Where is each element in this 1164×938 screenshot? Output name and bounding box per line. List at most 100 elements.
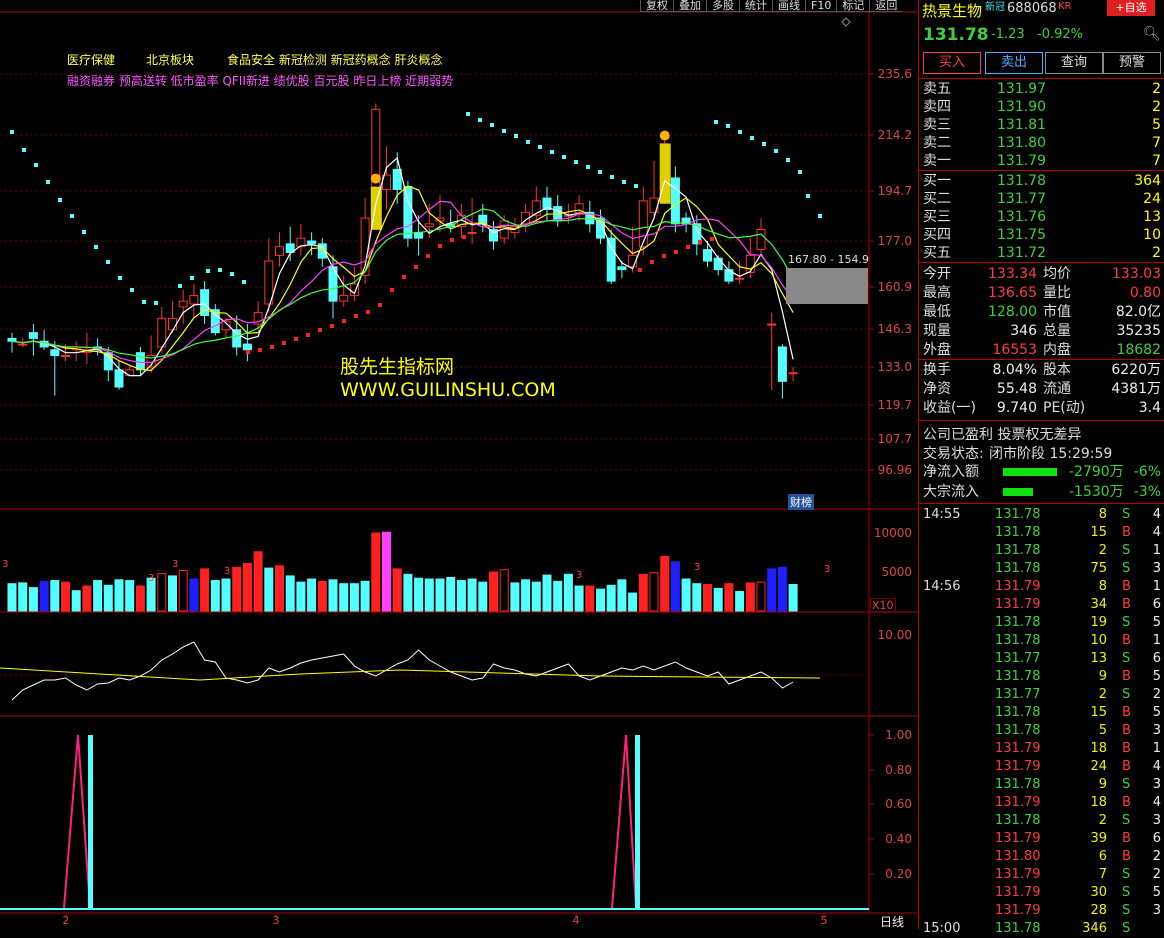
stats-label-2: 量比: [1043, 285, 1071, 301]
toolbar-button-1[interactable]: 叠加: [673, 0, 706, 12]
candle-body: [307, 240, 317, 245]
ask-row[interactable]: 卖三 131.81 5: [919, 116, 1164, 134]
period-label[interactable]: 日线: [880, 913, 904, 930]
tick-row[interactable]: 131.79 18 B 4: [919, 794, 1164, 812]
sar-dot: [538, 145, 542, 149]
volume-bar: [103, 584, 113, 612]
price-axis-label: 96.96: [878, 463, 912, 477]
chart-canvas[interactable]: 235.6 214.2 194.7 177.0 160.9 146.3 133.0 119.7…: [0, 0, 918, 929]
tick-row[interactable]: 131.78 9 S 3: [919, 776, 1164, 794]
bid-row[interactable]: 买一 131.78 364: [919, 172, 1164, 190]
stats2-value: 8.04%: [992, 362, 1037, 378]
bid-row[interactable]: 买三 131.76 13: [919, 208, 1164, 226]
stats2-value-2: 4381万: [1111, 381, 1161, 397]
tick-row[interactable]: 131.78 2 S 1: [919, 542, 1164, 560]
toolbar-button-7[interactable]: 返回: [869, 0, 903, 12]
sar-dot: [130, 288, 134, 292]
add-watchlist-button[interactable]: +自选: [1107, 0, 1155, 16]
sar-dot-red: [686, 245, 690, 249]
tick-row[interactable]: 131.78 2 S 3: [919, 812, 1164, 830]
volume-bar: [692, 583, 702, 612]
volume-bar: [638, 573, 648, 612]
tick-row[interactable]: 131.77 2 S 2: [919, 686, 1164, 704]
ask-row-volume: 2: [1152, 81, 1161, 97]
toolbar-button-3[interactable]: 统计: [739, 0, 772, 12]
tick-row[interactable]: 15:00 131.78 346 S: [919, 920, 1164, 938]
tick-row[interactable]: 14:56 131.79 8 B 1: [919, 578, 1164, 596]
ask-row-price: 131.79: [997, 153, 1046, 169]
candle-body: [617, 266, 627, 271]
tick-row[interactable]: 131.78 19 S 5: [919, 614, 1164, 632]
toolbar-button-0[interactable]: 复权: [640, 0, 673, 12]
tick-row[interactable]: 14:55 131.78 8 S 4: [919, 506, 1164, 524]
tick-volume: 9: [1098, 777, 1107, 792]
tick-volume: 13: [1090, 651, 1107, 666]
caibang-badge[interactable]: 财榜: [788, 494, 814, 510]
search-icon[interactable]: 🔍︎: [1143, 26, 1161, 42]
tick-row[interactable]: 131.77 13 S 6: [919, 650, 1164, 668]
tick-volume: 18: [1090, 795, 1107, 810]
tick-volume: 8: [1098, 507, 1107, 522]
tick-row[interactable]: 131.79 34 B 6: [919, 596, 1164, 614]
sar-dot: [502, 129, 506, 133]
tick-row[interactable]: 131.78 15 B 4: [919, 524, 1164, 542]
tick-volume: 15: [1090, 525, 1107, 540]
tick-row[interactable]: 131.79 18 B 1: [919, 740, 1164, 758]
tick-count: 5: [1152, 669, 1161, 684]
volume-bar: [628, 592, 638, 612]
tick-row[interactable]: 131.79 7 S 2: [919, 866, 1164, 884]
tick-row[interactable]: 131.79 30 S 5: [919, 884, 1164, 902]
sell-button[interactable]: 卖出: [985, 52, 1043, 74]
candle-body: [242, 343, 252, 351]
stats-label-2: 总量: [1043, 323, 1071, 339]
tick-count: 4: [1152, 525, 1161, 540]
sar-dot: [738, 130, 742, 134]
tick-side: B: [1122, 579, 1131, 594]
sar-dot-red: [698, 240, 702, 244]
concept-covid-group[interactable]: 食品安全 新冠检测 新冠药概念 肝炎概念: [227, 51, 442, 68]
tick-count: 5: [1152, 705, 1161, 720]
bid-row-volume: 10: [1143, 227, 1161, 243]
concept-medical[interactable]: 医疗保健: [67, 51, 115, 68]
ask-row[interactable]: 卖四 131.90 2: [919, 98, 1164, 116]
tick-volume: 34: [1090, 597, 1107, 612]
ask-row[interactable]: 卖五 131.97 2: [919, 80, 1164, 98]
volume-bar: [200, 568, 210, 612]
toolbar-button-5[interactable]: F10: [805, 0, 837, 12]
kline-chart-area[interactable]: 235.6 214.2 194.7 177.0 160.9 146.3 133.0 119.7…: [0, 0, 918, 929]
volume-bar: [39, 580, 49, 612]
tick-row[interactable]: 131.78 5 B 3: [919, 722, 1164, 740]
bid-row[interactable]: 买五 131.72 2: [919, 244, 1164, 262]
tick-row[interactable]: 131.78 75 S 3: [919, 560, 1164, 578]
osc-line-yellow: [0, 667, 821, 681]
toolbar-button-4[interactable]: 画线: [772, 0, 805, 12]
tick-row[interactable]: 131.78 10 B 1: [919, 632, 1164, 650]
tick-price: 131.79: [995, 579, 1041, 594]
tick-row[interactable]: 131.79 39 B 6: [919, 830, 1164, 848]
tick-row[interactable]: 131.78 15 B 5: [919, 704, 1164, 722]
bid-row[interactable]: 买四 131.75 10: [919, 226, 1164, 244]
buy-button[interactable]: 买入: [923, 52, 981, 74]
ask-row[interactable]: 卖一 131.79 7: [919, 152, 1164, 170]
volume-bar: [93, 580, 103, 612]
bid-row-label: 买三: [923, 209, 951, 225]
toolbar-button-2[interactable]: 多股: [706, 0, 739, 12]
concept-tags-line[interactable]: 融资融券 预高送转 低市盈率 QFII新进 绩优股 百元股 昨日上榜 近期弱势: [67, 72, 453, 89]
stats-row: 最高 136.65 量比 0.80: [919, 284, 1164, 302]
tick-row[interactable]: 131.80 6 B 2: [919, 848, 1164, 866]
candle-body: [28, 332, 38, 339]
tick-row[interactable]: 131.78 9 B 5: [919, 668, 1164, 686]
concept-beijing[interactable]: 北京板块: [146, 51, 194, 68]
toolbar-button-6[interactable]: 标记: [836, 0, 870, 12]
stats-row: 现量 346 总量 35235: [919, 322, 1164, 340]
alert-button[interactable]: 预警: [1103, 52, 1161, 74]
query-button[interactable]: 查询: [1045, 52, 1103, 74]
tick-row[interactable]: 131.79 24 B 4: [919, 758, 1164, 776]
ask-row[interactable]: 卖二 131.80 7: [919, 134, 1164, 152]
tick-row[interactable]: 131.79 28 S 3: [919, 902, 1164, 920]
bid-row[interactable]: 买二 131.77 24: [919, 190, 1164, 208]
volume-bar: [307, 578, 317, 612]
volume-bar: [713, 587, 723, 612]
volume-mark: 3: [694, 562, 700, 573]
tick-count: 2: [1152, 867, 1161, 882]
